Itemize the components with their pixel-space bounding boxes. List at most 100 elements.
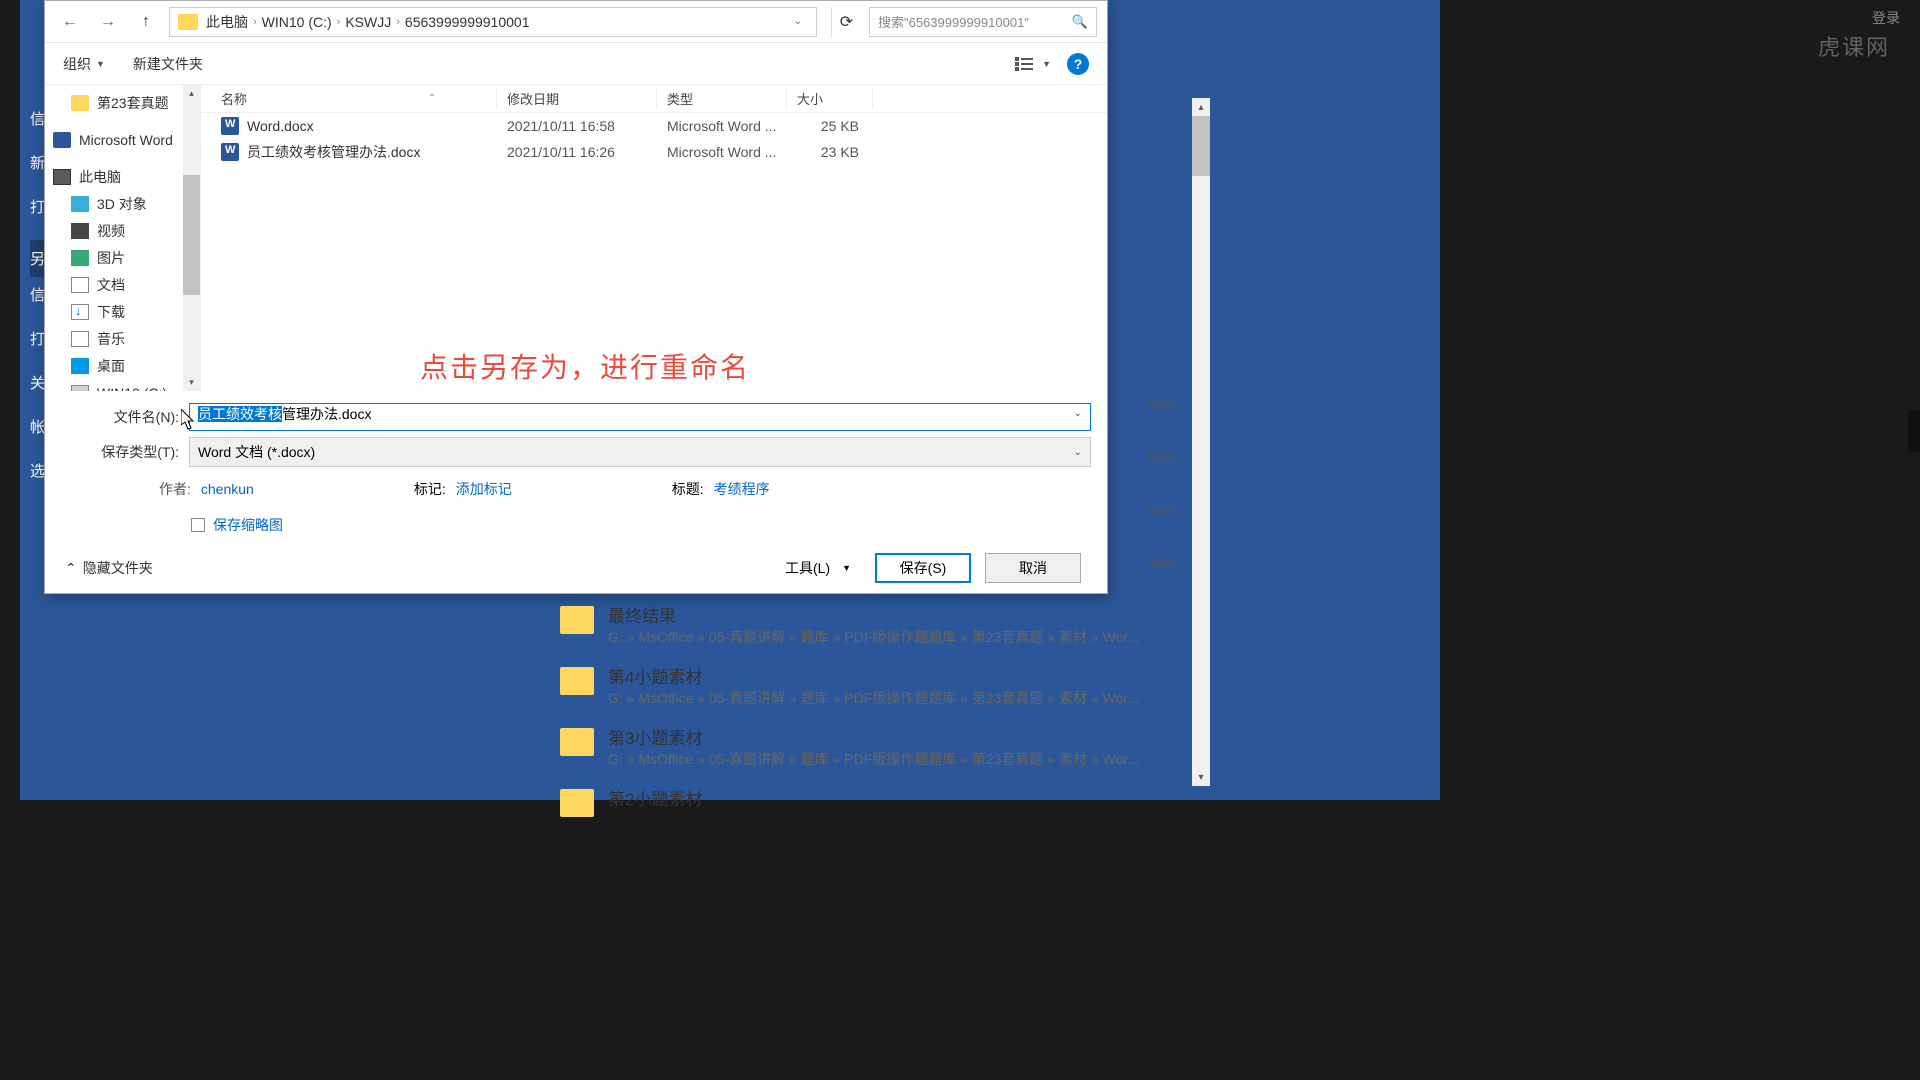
login-link[interactable]: 登录 <box>1872 8 1900 28</box>
dialog-nav-row: ← → ↑ 此电脑› WIN10 (C:)› KSWJJ› 6563999999… <box>45 1 1107 43</box>
file-list-header: 名称⌃ 修改日期 类型 大小 <box>201 85 1107 113</box>
address-dropdown-icon[interactable]: ⌄ <box>788 16 808 27</box>
tree-item-6[interactable]: 文档 <box>45 271 200 298</box>
col-size[interactable]: 大小 <box>787 89 873 108</box>
search-input[interactable]: 搜索"6563999999910001" 🔍 <box>869 7 1097 37</box>
recent-item[interactable]: 第3小题素材 G: » MsOffice » 05-真题讲解 » 题库 » PD… <box>560 716 1190 777</box>
recent-path: G: » MsOffice » 05-真题讲解 » 题库 » PDF版操作题题库… <box>608 688 1190 708</box>
crumb-1[interactable]: WIN10 (C:) <box>262 14 332 30</box>
file-size: 25 KB <box>787 118 873 134</box>
filename-label: 文件名(N): <box>61 407 179 427</box>
author-label: 作者: <box>159 479 191 499</box>
save-thumbnail-checkbox[interactable] <box>191 518 205 532</box>
filetype-dropdown-icon[interactable]: ⌄ <box>1074 447 1082 458</box>
tree-item-10[interactable]: WIN10 (C:) <box>45 379 200 391</box>
address-bar[interactable]: 此电脑› WIN10 (C:)› KSWJJ› 6563999999910001… <box>169 7 817 37</box>
tree-label: 第23套真题 <box>97 93 169 113</box>
refresh-button[interactable]: ⟳ <box>831 7 861 37</box>
tree-scroll-down-icon[interactable]: ▾ <box>183 374 200 391</box>
tree-scroll-up-icon[interactable]: ▴ <box>183 85 200 102</box>
col-type[interactable]: 类型 <box>657 89 787 108</box>
tree-item-1[interactable]: Microsoft Word <box>45 126 200 153</box>
title-meta-value[interactable]: 考绩程序 <box>714 479 770 499</box>
save-button[interactable]: 保存(S) <box>875 553 971 583</box>
tree-item-4[interactable]: 视频 <box>45 217 200 244</box>
annotation-text: 点击另存为，进行重命名 <box>420 346 750 386</box>
tree-icon <box>53 132 71 148</box>
hide-folders-toggle[interactable]: ⌃隐藏文件夹 <box>65 558 153 578</box>
recent-path: G: » MsOffice » 05-真题讲解 » 题库 » PDF版操作题题库… <box>608 627 1190 647</box>
forward-button: → <box>93 7 123 37</box>
recent-title: 第2小题素材 <box>608 785 1190 810</box>
recent-item[interactable]: 第4小题素材 G: » MsOffice » 05-真题讲解 » 题库 » PD… <box>560 655 1190 716</box>
file-row[interactable]: Word.docx 2021/10/11 16:58 Microsoft Wor… <box>201 113 1107 139</box>
tree-scroll-thumb[interactable] <box>183 175 200 295</box>
bg-partial-item: Wor... <box>1108 396 1188 413</box>
filename-dropdown-icon[interactable]: ⌄ <box>1074 408 1082 419</box>
tree-label: 音乐 <box>97 329 125 349</box>
tag-label: 标记: <box>414 479 446 499</box>
cancel-button[interactable]: 取消 <box>985 553 1081 583</box>
folder-icon <box>560 728 594 756</box>
folder-icon <box>560 789 594 817</box>
new-folder-button[interactable]: 新建文件夹 <box>133 54 203 74</box>
tree-item-9[interactable]: 桌面 <box>45 352 200 379</box>
tree-label: 此电脑 <box>79 167 121 187</box>
tree-item-8[interactable]: 音乐 <box>45 325 200 352</box>
filetype-select[interactable]: Word 文档 (*.docx) ⌄ <box>189 437 1091 467</box>
tree-item-3[interactable]: 3D 对象 <box>45 190 200 217</box>
bg-partial-item: Wor... <box>1108 449 1188 466</box>
tree-item-5[interactable]: 图片 <box>45 244 200 271</box>
outer-scroll-up-icon[interactable]: ▴ <box>1192 98 1210 116</box>
crumb-0[interactable]: 此电脑 <box>206 12 248 32</box>
outer-scrollbar[interactable]: ▴ ▾ <box>1192 98 1210 786</box>
tree-item-0[interactable]: 第23套真题 <box>45 89 200 116</box>
bg-partial-item: Wor... <box>1108 502 1188 519</box>
file-type: Microsoft Word ... <box>657 144 787 160</box>
col-name[interactable]: 名称⌃ <box>201 89 497 108</box>
filename-input[interactable]: 员工绩效考核管理办法.docx ⌄ <box>189 403 1091 431</box>
recent-title: 第4小题素材 <box>608 663 1190 688</box>
tree-label: 视频 <box>97 221 125 241</box>
file-date: 2021/10/11 16:58 <box>497 118 657 134</box>
file-name: Word.docx <box>247 118 314 134</box>
bg-partial-list: Wor...Wor...Wor...Wor... <box>1108 360 1188 608</box>
search-icon[interactable]: 🔍 <box>1072 14 1088 30</box>
col-date[interactable]: 修改日期 <box>497 89 657 108</box>
tag-value[interactable]: 添加标记 <box>456 479 512 499</box>
file-row[interactable]: 员工绩效考核管理办法.docx 2021/10/11 16:26 Microso… <box>201 139 1107 165</box>
save-thumbnail-label[interactable]: 保存缩略图 <box>213 515 283 535</box>
help-icon[interactable]: ? <box>1067 53 1089 75</box>
right-edge-handle[interactable] <box>1908 410 1920 452</box>
crumb-2[interactable]: KSWJJ <box>345 14 391 30</box>
outer-scroll-thumb[interactable] <box>1192 116 1210 176</box>
recent-item[interactable]: 最终结果 G: » MsOffice » 05-真题讲解 » 题库 » PDF版… <box>560 594 1190 655</box>
back-button[interactable]: ← <box>55 7 85 37</box>
mouse-cursor <box>181 409 197 431</box>
folder-tree: 第23套真题 Microsoft Word 此电脑 3D 对象视频图片文档下载音乐桌面… <box>45 85 201 391</box>
tree-label: 3D 对象 <box>97 194 147 214</box>
search-placeholder: 搜索"6563999999910001" <box>878 12 1029 31</box>
title-meta-label: 标题: <box>672 479 704 499</box>
save-as-dialog: ← → ↑ 此电脑› WIN10 (C:)› KSWJJ› 6563999999… <box>44 0 1108 594</box>
recent-item[interactable]: 第2小题素材 <box>560 777 1190 825</box>
tree-icon <box>71 95 89 111</box>
view-mode-button[interactable]: ▼ <box>1015 57 1051 71</box>
tools-button[interactable]: 工具(L)▼ <box>775 554 861 582</box>
organize-button[interactable]: 组织▼ <box>63 54 105 74</box>
filename-selection: 员工绩效考核 <box>198 406 282 422</box>
tree-label: 文档 <box>97 275 125 295</box>
tree-icon <box>71 223 89 239</box>
crumb-3[interactable]: 6563999999910001 <box>405 14 530 30</box>
author-value[interactable]: chenkun <box>201 481 254 497</box>
up-button[interactable]: ↑ <box>131 7 161 37</box>
chevron-up-icon: ⌃ <box>65 560 77 577</box>
outer-scroll-down-icon[interactable]: ▾ <box>1192 768 1210 786</box>
tree-item-7[interactable]: 下载 <box>45 298 200 325</box>
tree-scrollbar[interactable]: ▴ ▾ <box>183 85 200 391</box>
tree-item-2[interactable]: 此电脑 <box>45 163 200 190</box>
bg-recent-list: 最终结果 G: » MsOffice » 05-真题讲解 » 题库 » PDF版… <box>560 594 1190 825</box>
recent-title: 第3小题素材 <box>608 724 1190 749</box>
dialog-toolbar: 组织▼ 新建文件夹 ▼ ? <box>45 43 1107 85</box>
recent-title: 最终结果 <box>608 602 1190 627</box>
